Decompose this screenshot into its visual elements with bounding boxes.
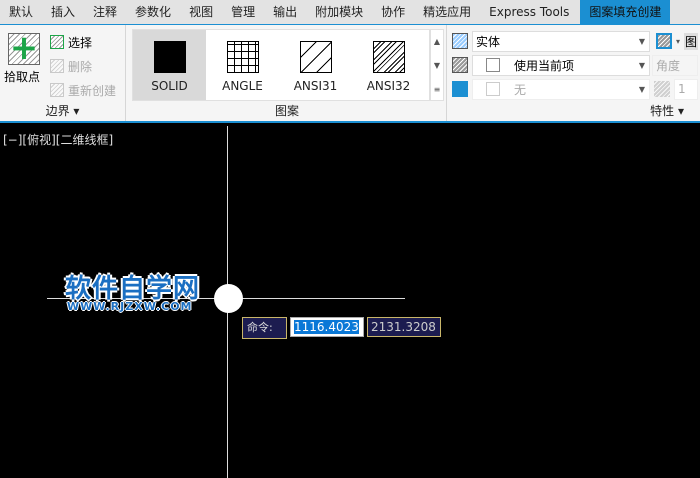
pattern-ansi31[interactable]: ANSI31 [279, 30, 352, 100]
viewport-controls[interactable]: [−][俯视][二维线框] [3, 131, 113, 148]
select-button[interactable]: 选择 [50, 33, 92, 51]
pattern-color-select[interactable]: 使用当前项 ▼ [472, 54, 650, 76]
pattern-angle[interactable]: ANGLE [206, 30, 279, 100]
pattern-label: ANSI31 [293, 79, 338, 93]
hatch-type-value: 实体 [476, 34, 501, 49]
pick-points-icon [8, 28, 40, 68]
y-coordinate-input[interactable]: 2131.3208 [367, 317, 441, 337]
dynamic-input-prompt: 命令: [242, 317, 287, 339]
ansi31-swatch-icon [299, 41, 332, 73]
pattern-color-icon [452, 57, 468, 73]
pick-points-button[interactable]: 拾取点 [4, 28, 42, 93]
drawing-canvas[interactable]: [−][俯视][二维线框] 软件自学网 WWW.RJZXW.COM 命令: 11… [0, 126, 700, 478]
hatch-type-icon [452, 33, 468, 49]
boundary-panel: 拾取点 选择 删除 重新创建 边界 ▾ [0, 25, 126, 121]
recreate-label: 重新创建 [68, 83, 117, 98]
tab-annotate[interactable]: 注释 [84, 0, 126, 25]
tab-output[interactable]: 输出 [264, 0, 306, 25]
recreate-button[interactable]: 重新创建 [50, 81, 116, 99]
pattern-panel: SOLID ANGLE ANSI31 ANSI32 ▲ ▼ ≡ 图案 [128, 25, 447, 121]
background-swatch [486, 82, 500, 96]
scale-field[interactable]: 1 [674, 78, 698, 100]
remove-label: 删除 [68, 59, 93, 74]
angle-swatch-icon [226, 41, 259, 73]
cursor-pickbox [214, 284, 243, 313]
boundary-panel-label[interactable]: 边界 ▾ [0, 102, 125, 119]
color-swatch [486, 58, 500, 72]
select-label: 选择 [68, 35, 93, 50]
tab-featured-apps[interactable]: 精选应用 [414, 0, 480, 25]
background-color-value: 无 [514, 82, 527, 97]
hatch-color-icon[interactable] [656, 33, 672, 49]
pattern-panel-label: 图案 [274, 104, 299, 118]
pattern-label: ANSI32 [366, 79, 411, 93]
remove-icon [50, 59, 64, 73]
angle-label: 角度 [656, 58, 681, 73]
background-color-icon [452, 81, 468, 97]
tab-express-tools[interactable]: Express Tools [480, 0, 578, 25]
remove-button[interactable]: 删除 [50, 57, 92, 75]
watermark-url: WWW.RJZXW.COM [67, 300, 193, 313]
boundary-label: 边界 [45, 104, 70, 118]
pattern-label: SOLID [151, 79, 188, 93]
properties-label: 特性 [650, 104, 675, 118]
scroll-down-icon[interactable]: ▼ [431, 54, 443, 78]
pattern-color-value: 使用当前项 [514, 58, 575, 73]
recreate-icon [50, 83, 64, 97]
tab-view[interactable]: 视图 [180, 0, 222, 25]
scroll-up-icon[interactable]: ▲ [431, 30, 443, 54]
angle-field[interactable]: 角度 [652, 54, 698, 76]
pick-points-label: 拾取点 [3, 70, 40, 84]
x-coordinate-value: 1116.4023 [294, 320, 359, 334]
tab-insert[interactable]: 插入 [42, 0, 84, 25]
pattern-ansi32[interactable]: ANSI32 [352, 30, 425, 100]
pattern-solid[interactable]: SOLID [133, 30, 206, 100]
tab-manage[interactable]: 管理 [222, 0, 264, 25]
hatch-type-select[interactable]: 实体 ▼ [472, 30, 650, 52]
ribbon-tabs: 默认 插入 注释 参数化 视图 管理 输出 附加模块 协作 精选应用 Expre… [0, 0, 700, 25]
properties-panel-label[interactable]: 特性 ▾ [448, 102, 700, 119]
properties-panel: 实体 ▼ ▾ 图 使用当前项 ▼ 角度 无 ▼ 1 特性 ▾ [448, 25, 700, 121]
ansi32-swatch-icon [372, 41, 405, 73]
solid-swatch-icon [153, 41, 186, 73]
tab-hatch-creation[interactable]: 图案填充创建 [580, 0, 671, 25]
pattern-gallery: SOLID ANGLE ANSI31 ANSI32 [132, 29, 430, 101]
select-icon [50, 35, 64, 49]
pattern-label: ANGLE [222, 79, 263, 93]
gallery-expand-icon[interactable]: ≡ [431, 78, 443, 102]
scale-icon [654, 81, 670, 97]
tab-default[interactable]: 默认 [0, 0, 42, 25]
tab-addins[interactable]: 附加模块 [306, 0, 372, 25]
ribbon: 拾取点 选择 删除 重新创建 边界 ▾ SOLID ANGLE ANSI31 A… [0, 24, 700, 123]
tab-parametric[interactable]: 参数化 [126, 0, 180, 25]
background-color-select[interactable]: 无 ▼ [472, 78, 650, 100]
tab-collaborate[interactable]: 协作 [372, 0, 414, 25]
x-coordinate-input[interactable]: 1116.4023 [290, 317, 364, 337]
overflow-label: 图 [684, 32, 699, 50]
scale-value: 1 [678, 82, 686, 96]
gallery-scrollbar[interactable]: ▲ ▼ ≡ [430, 29, 444, 101]
